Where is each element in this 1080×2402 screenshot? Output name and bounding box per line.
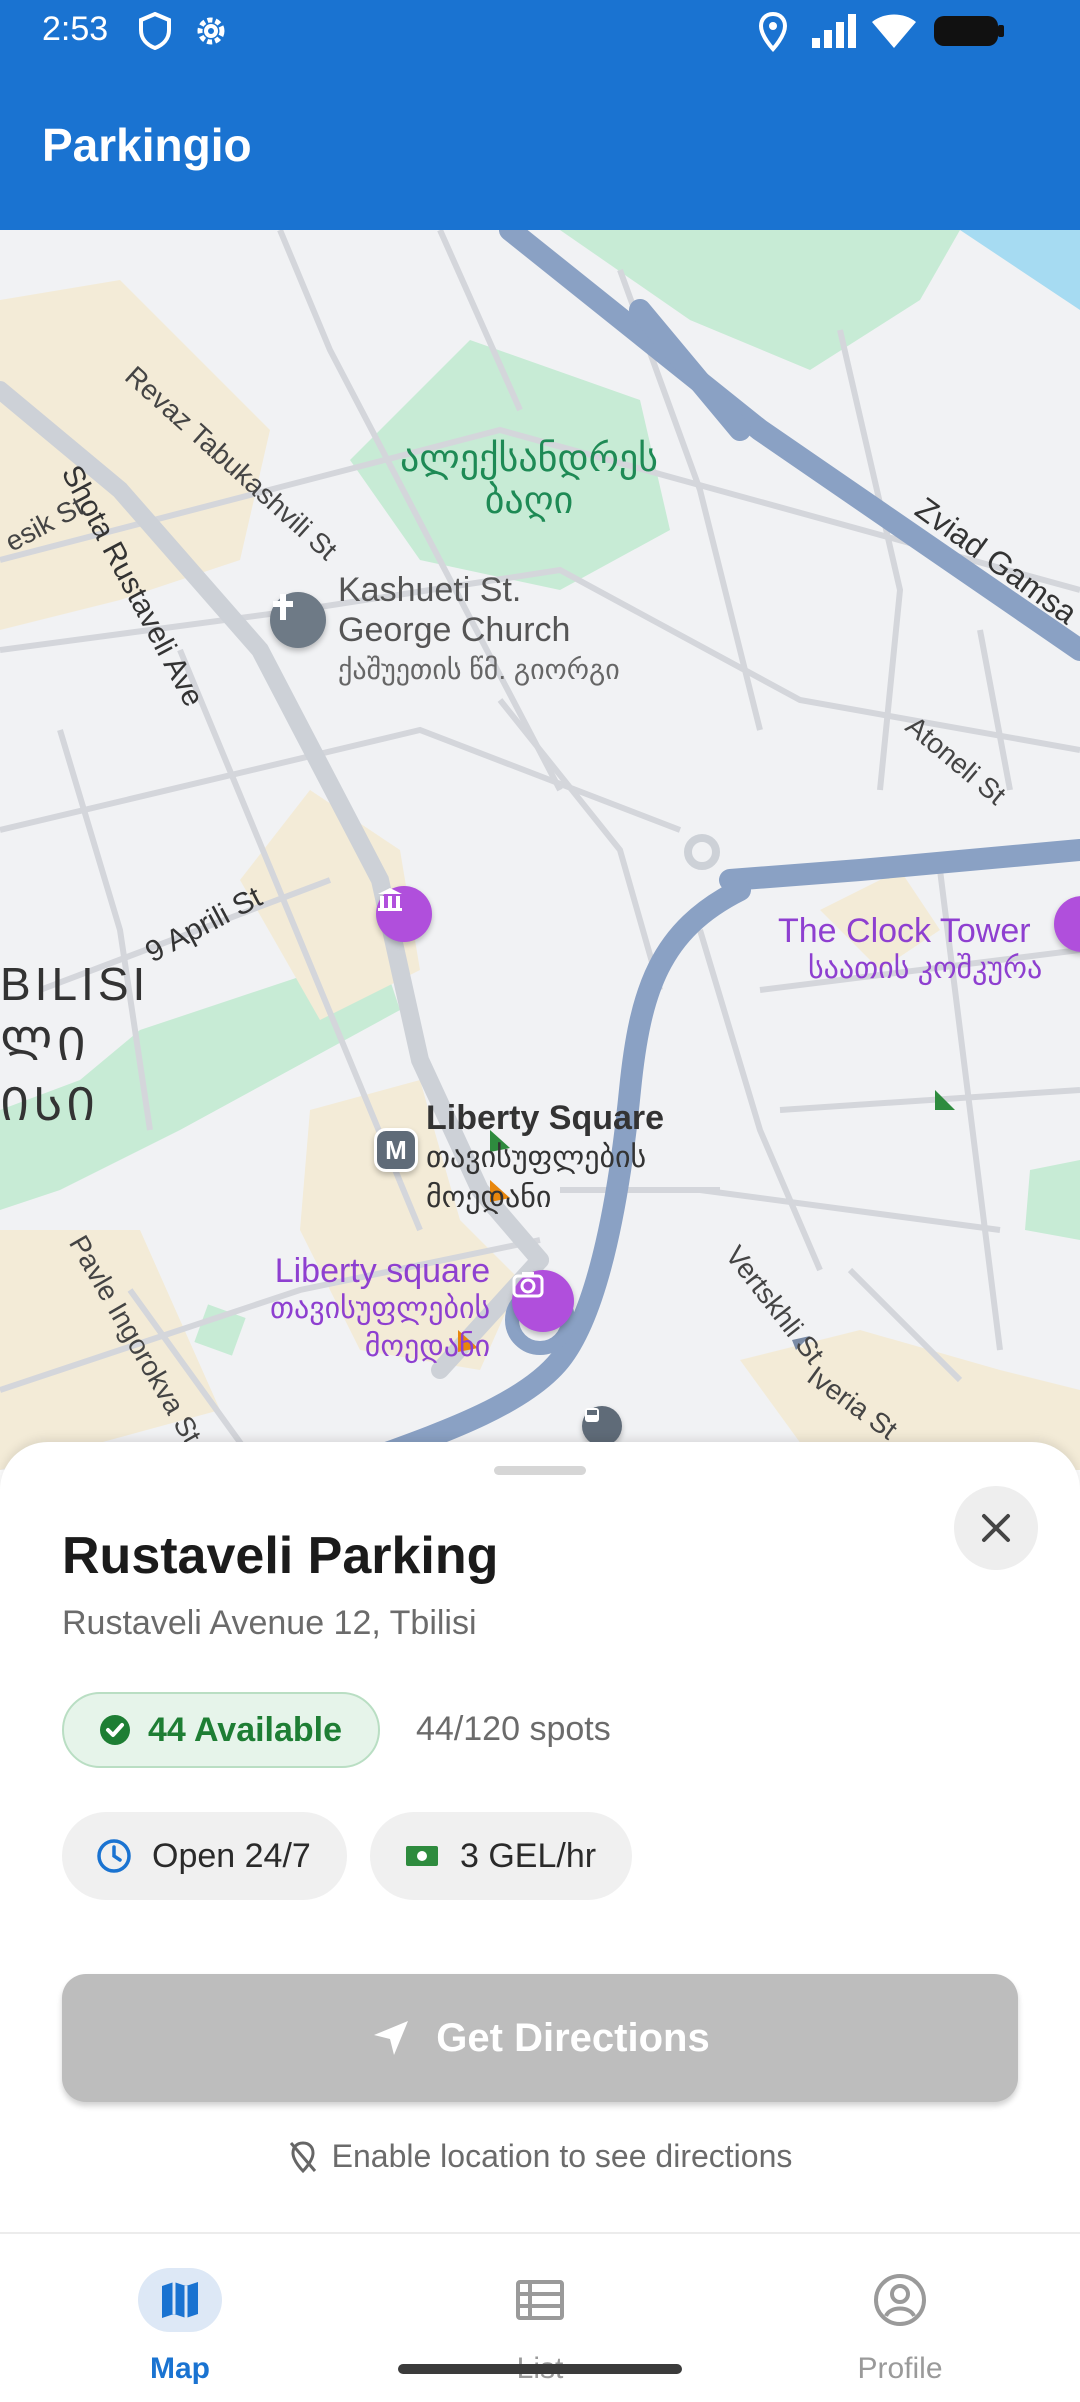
museum-pin[interactable] [376, 886, 432, 942]
clock-icon [97, 1839, 131, 1873]
district-label-line2: ᲚᲘ [0, 1018, 90, 1070]
nav-item-profile[interactable]: Profile [720, 2234, 1080, 2402]
museum-icon [378, 888, 402, 911]
profile-icon [858, 2268, 942, 2332]
liberty-square-label: Liberty Square თავისუფლების მოედანი [426, 1098, 664, 1218]
app-bar: 2:53 Parkingio [0, 0, 1080, 230]
close-icon [982, 1514, 1010, 1542]
get-directions-button[interactable]: Get Directions [62, 1974, 1018, 2102]
location-off-icon [289, 2140, 316, 2173]
liberty-square-label-line2: თავისუფლების [426, 1141, 647, 1174]
hours-chip: Open 24/7 [62, 1812, 347, 1900]
camera-icon [512, 1272, 544, 1298]
clock-tower-label-line2: საათის კოშკურა [808, 952, 1043, 985]
park-label-line1: ალექსანდრეს [400, 438, 659, 480]
battery-icon [932, 12, 1006, 55]
close-button[interactable] [954, 1486, 1038, 1570]
status-bar: 2:53 [0, 0, 1080, 64]
church-pin[interactable] [270, 592, 326, 648]
church-label-line2: George Church [338, 611, 571, 649]
nav-item-list[interactable]: List [360, 2234, 720, 2402]
hours-text: Open 24/7 [152, 1836, 311, 1875]
signal-icon [810, 12, 858, 55]
map-icon [138, 2268, 222, 2332]
bus-icon [585, 1408, 599, 1422]
parking-address: Rustaveli Avenue 12, Tbilisi [62, 1604, 477, 1642]
app-title: Parkingio [42, 119, 252, 171]
bottom-navigation: Map List Profile [0, 2232, 1080, 2402]
liberty-square-label-line3: მოედანი [426, 1181, 552, 1214]
parking-name: Rustaveli Parking [62, 1527, 499, 1585]
settings-gear-icon [192, 12, 230, 55]
liberty-square-poi-label: Liberty square თავისუფლების მოედანი [270, 1252, 490, 1366]
liberty-square-poi-line3: მოედანი [364, 1330, 491, 1363]
district-label-line1: BILISI [0, 958, 150, 1010]
wifi-icon [870, 12, 918, 55]
park-label-line2: ბაღი [484, 480, 574, 522]
check-circle-icon [100, 1715, 130, 1745]
nav-label-map: Map [150, 2352, 210, 2385]
navigation-arrow-icon [374, 2021, 409, 2055]
availability-text: 44 Available [148, 1710, 343, 1749]
location-hint: Enable location to see directions [0, 2138, 1080, 2175]
cross-icon [273, 594, 293, 620]
camera-pin[interactable] [512, 1270, 574, 1332]
liberty-square-label-line1: Liberty Square [426, 1099, 665, 1137]
district-label-line3: ᲘᲡᲘ [0, 1078, 100, 1130]
church-label-line1: Kashueti St. [338, 571, 522, 609]
list-icon [498, 2268, 582, 2332]
drag-handle[interactable] [494, 1466, 586, 1475]
metro-pin[interactable]: M [374, 1128, 418, 1172]
bus-stop-pin[interactable] [582, 1406, 622, 1446]
parking-details-sheet: Rustaveli Parking Rustaveli Avenue 12, T… [0, 1442, 1080, 2232]
status-time: 2:53 [42, 10, 109, 48]
price-text: 3 GEL/hr [460, 1836, 597, 1875]
spots-count: 44/120 spots [416, 1710, 611, 1748]
clock-tower-label: The Clock Tower საათის კოშკურა [778, 912, 1042, 988]
park-label: ალექსანდრეს ბაღი [400, 438, 658, 522]
liberty-square-poi-line2: თავისუფლების [270, 1292, 491, 1325]
clock-tower-label-line1: The Clock Tower [778, 912, 1031, 950]
church-label-line3: ქაშუეთის წმ. გიორგი [338, 654, 620, 685]
nav-item-map[interactable]: Map [0, 2234, 360, 2402]
nav-label-profile: Profile [857, 2352, 943, 2385]
church-label: Kashueti St. George Church ქაშუეთის წმ. … [338, 570, 620, 690]
cash-icon [406, 1846, 438, 1866]
district-label: BILISI ᲚᲘ ᲘᲡᲘ [0, 954, 149, 1134]
shield-icon [138, 11, 172, 55]
location-hint-text: Enable location to see directions [331, 2138, 793, 2174]
gesture-bar[interactable] [398, 2364, 682, 2374]
get-directions-label: Get Directions [436, 2015, 710, 2060]
metro-label: M [385, 1134, 407, 1165]
location-pin-icon [758, 11, 788, 57]
map-view[interactable]: Revaz Tabukashvili St Shota Rustaveli Av… [0, 230, 1080, 1470]
liberty-square-poi-line1: Liberty square [274, 1252, 491, 1290]
availability-badge: 44 Available [62, 1692, 381, 1768]
price-chip: 3 GEL/hr [370, 1812, 633, 1900]
